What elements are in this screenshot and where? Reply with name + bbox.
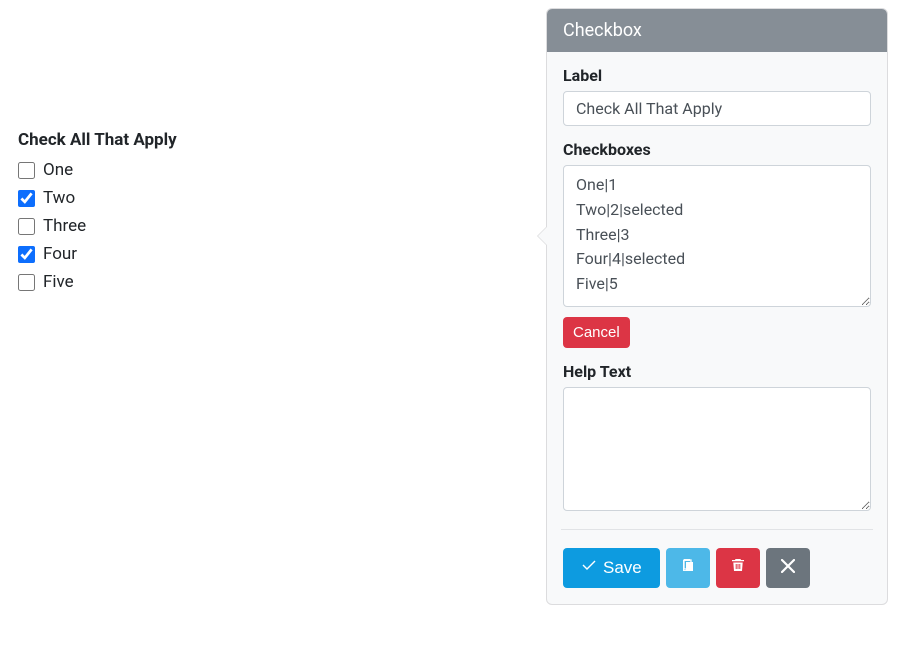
action-row: Save <box>563 548 871 588</box>
checkbox-row[interactable]: One <box>18 160 518 180</box>
delete-button[interactable] <box>716 548 760 588</box>
copy-button[interactable] <box>666 548 710 588</box>
label-input[interactable] <box>563 91 871 126</box>
editor-panel: Checkbox Label Checkboxes Cancel Help Te… <box>546 8 888 605</box>
preview-pane: Check All That Apply One Two Three Four Five <box>18 130 518 300</box>
label-heading: Label <box>563 66 871 85</box>
trash-icon <box>730 557 746 579</box>
checkbox-label: Five <box>43 272 74 292</box>
divider <box>561 529 873 530</box>
checkbox-input[interactable] <box>18 274 35 291</box>
checkboxes-group: Checkboxes Cancel <box>563 140 871 348</box>
editor-title: Checkbox <box>547 9 887 52</box>
preview-field-label: Check All That Apply <box>18 130 518 150</box>
checkbox-input[interactable] <box>18 246 35 263</box>
helptext-textarea[interactable] <box>563 387 871 511</box>
checkbox-row[interactable]: Four <box>18 244 518 264</box>
helptext-heading: Help Text <box>563 362 871 381</box>
editor-body: Label Checkboxes Cancel Help Text Save <box>547 52 887 604</box>
checkbox-row[interactable]: Three <box>18 216 518 236</box>
helptext-group: Help Text <box>563 362 871 515</box>
checkbox-row[interactable]: Five <box>18 272 518 292</box>
close-icon <box>781 558 795 579</box>
preview-options-list: One Two Three Four Five <box>18 160 518 292</box>
checkbox-input[interactable] <box>18 218 35 235</box>
save-button[interactable]: Save <box>563 548 660 588</box>
close-button[interactable] <box>766 548 810 588</box>
check-icon <box>581 556 597 580</box>
checkbox-row[interactable]: Two <box>18 188 518 208</box>
label-group: Label <box>563 66 871 126</box>
checkbox-label: Four <box>43 244 77 264</box>
checkbox-input[interactable] <box>18 162 35 179</box>
copy-icon <box>680 557 696 579</box>
checkboxes-textarea[interactable] <box>563 165 871 307</box>
save-button-label: Save <box>603 556 642 580</box>
checkbox-input[interactable] <box>18 190 35 207</box>
checkbox-label: Two <box>43 188 75 208</box>
checkbox-label: One <box>43 160 73 180</box>
checkbox-label: Three <box>43 216 86 236</box>
checkboxes-heading: Checkboxes <box>563 140 871 159</box>
cancel-button[interactable]: Cancel <box>563 317 630 348</box>
